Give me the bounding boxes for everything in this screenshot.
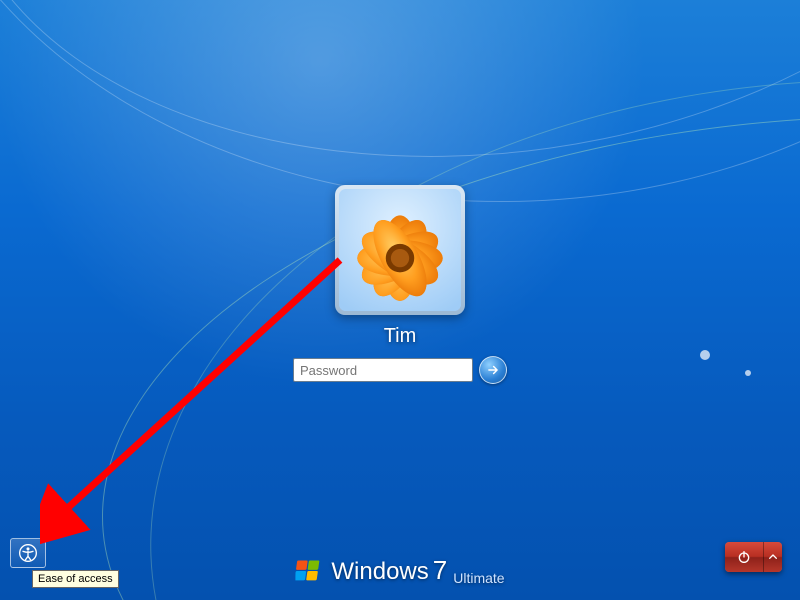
user-tile: Tim: [270, 185, 530, 384]
accessibility-icon: [18, 543, 38, 563]
power-button-group: [725, 542, 782, 572]
username-label: Tim: [270, 325, 530, 348]
arrow-right-icon: [486, 363, 500, 377]
brand-version: 7: [433, 555, 447, 586]
brand-text: Windows 7 Ultimate: [331, 555, 504, 586]
windows-flag-icon: [295, 557, 323, 585]
power-icon: [736, 549, 752, 565]
background-curve: [0, 0, 800, 202]
avatar: [339, 189, 461, 311]
avatar-frame[interactable]: [335, 185, 465, 315]
brand-product: Windows: [331, 558, 428, 586]
background-dot: [745, 370, 751, 376]
ease-of-access-button[interactable]: [10, 538, 46, 568]
submit-button[interactable]: [479, 356, 507, 384]
brand-edition: Ultimate: [453, 570, 504, 586]
login-screen: Tim Windows 7 Ultimate: [0, 0, 800, 600]
background-dot: [700, 350, 710, 360]
shutdown-options-button[interactable]: [764, 542, 782, 572]
chevron-up-icon: [765, 549, 781, 565]
password-row: [270, 356, 530, 384]
ease-of-access-tooltip: Ease of access: [32, 570, 119, 588]
branding: Windows 7 Ultimate: [295, 555, 504, 586]
shutdown-button[interactable]: [725, 542, 764, 572]
password-input[interactable]: [293, 358, 473, 382]
flower-icon: [339, 189, 461, 311]
